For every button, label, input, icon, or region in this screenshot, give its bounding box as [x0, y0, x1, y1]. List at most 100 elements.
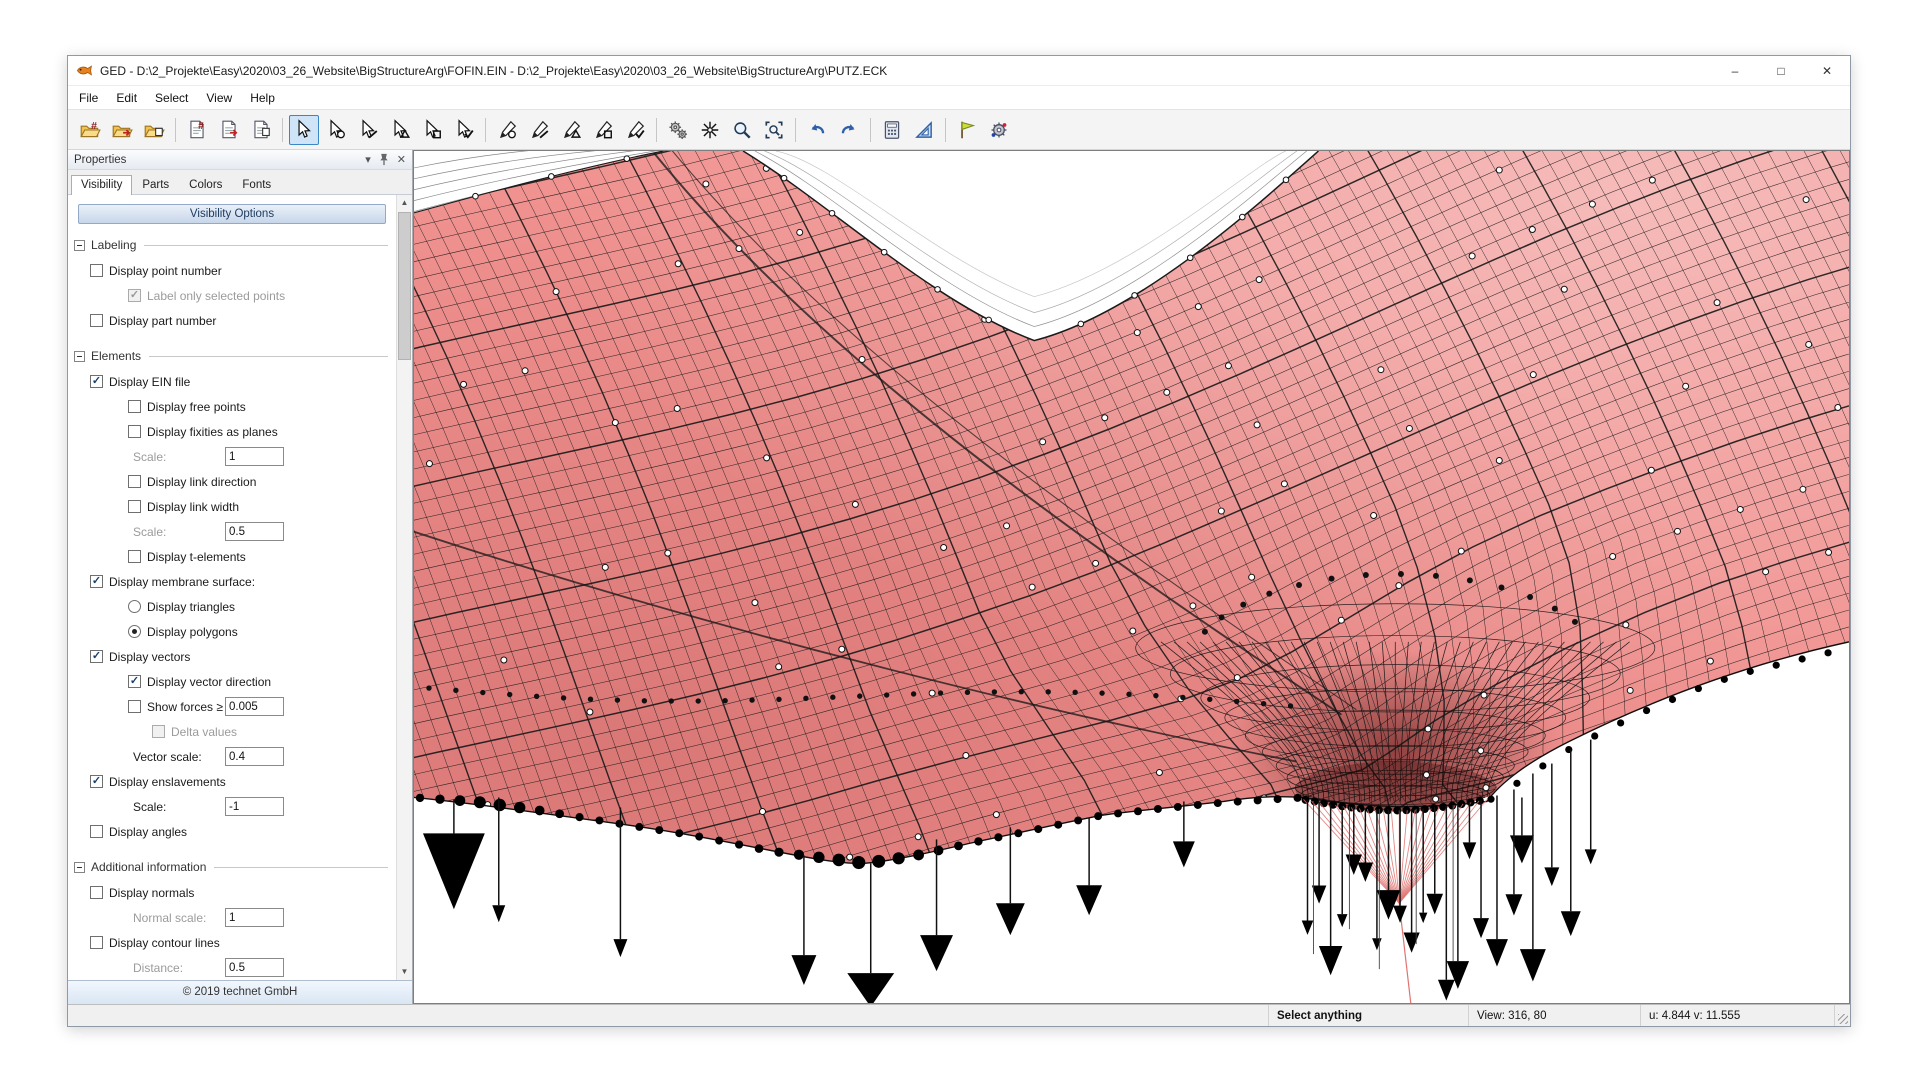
display-link-direction-checkbox[interactable] [128, 475, 141, 488]
display-t-elements-checkbox[interactable] [128, 550, 141, 563]
display-contour-lines-checkbox[interactable] [90, 936, 103, 949]
select-triangles-tool-button[interactable] [385, 115, 415, 145]
display-vectors-checkbox[interactable]: ✓ [90, 650, 103, 663]
create-triangle-tool-button[interactable] [556, 115, 586, 145]
row-scale: Scale: [68, 519, 396, 544]
display-contour-lines-label: Display contour lines [109, 936, 220, 950]
vector-scale-label: Vector scale: [133, 750, 202, 764]
vector-scale-input[interactable] [225, 747, 284, 766]
visibility-options-rows: LabelingDisplay point number✓Label only … [68, 232, 396, 980]
row-scale: Scale: [68, 444, 396, 469]
save-ein-file-button[interactable]: # [182, 115, 212, 145]
normal-scale-input[interactable] [225, 908, 284, 927]
display-triangles-radio[interactable] [128, 600, 141, 613]
open-ein-file-button[interactable]: # [75, 115, 105, 145]
scrollbar-down-arrow-icon[interactable]: ▼ [397, 964, 412, 980]
elements-collapse-toggle[interactable] [74, 351, 85, 362]
resize-grip[interactable] [1834, 1005, 1850, 1026]
create-link-tool-button[interactable] [524, 115, 554, 145]
transform-tool-button[interactable] [663, 115, 693, 145]
display-vector-direction-checkbox[interactable]: ✓ [128, 675, 141, 688]
select-all-elements-tool-button[interactable] [449, 115, 479, 145]
panel-scrollbar[interactable]: ▲ ▼ [396, 195, 412, 980]
display-normals-checkbox[interactable] [90, 886, 103, 899]
row-display-contour-lines: Display contour lines [68, 930, 396, 955]
delta-values-label: Delta values [171, 725, 237, 739]
toolbar-separator [282, 118, 283, 142]
scrollbar-up-arrow-icon[interactable]: ▲ [397, 195, 412, 211]
close-button[interactable]: ✕ [1804, 56, 1850, 85]
show-forces-checkbox[interactable] [128, 700, 141, 713]
chevron-down-icon[interactable]: ▾ [365, 153, 371, 166]
tab-parts[interactable]: Parts [132, 175, 179, 195]
show-forces-input[interactable] [225, 697, 284, 716]
display-ein-file-checkbox[interactable]: ✓ [90, 375, 103, 388]
properties-panel-titlebar[interactable]: Properties ▾ ✕ [68, 150, 412, 170]
zoom-rect-icon [763, 119, 785, 141]
scrollbar-thumb[interactable] [398, 212, 411, 360]
select-points-tool-button[interactable] [321, 115, 351, 145]
spark-icon [699, 119, 721, 141]
display-ein-file-label: Display EIN file [109, 375, 190, 389]
additional-information-collapse-toggle[interactable] [74, 862, 85, 873]
display-polygons-label: Display polygons [147, 625, 238, 639]
display-link-width-checkbox[interactable] [128, 500, 141, 513]
doc-arrow-icon [218, 119, 240, 141]
open-part-file-button[interactable] [139, 115, 169, 145]
undo-button[interactable] [802, 115, 832, 145]
tab-fonts[interactable]: Fonts [232, 175, 281, 195]
display-free-points-checkbox[interactable] [128, 400, 141, 413]
display-polygons-radio[interactable] [128, 625, 141, 638]
main-content: Properties ▾ ✕ VisibilityPartsColorsFont… [68, 150, 1850, 1004]
display-free-points-label: Display free points [147, 400, 246, 414]
scale-input[interactable] [225, 522, 284, 541]
save-part-file-button[interactable] [246, 115, 276, 145]
scale-input[interactable] [225, 447, 284, 466]
menu-select[interactable]: Select [146, 88, 197, 108]
toolbar-separator [795, 118, 796, 142]
panel-close-icon[interactable]: ✕ [397, 153, 406, 166]
display-membrane-surface-checkbox[interactable]: ✓ [90, 575, 103, 588]
menu-view[interactable]: View [197, 88, 241, 108]
redo-button[interactable] [834, 115, 864, 145]
tab-visibility[interactable]: Visibility [71, 175, 132, 195]
create-quad-tool-button[interactable] [588, 115, 618, 145]
labeling-collapse-toggle[interactable] [74, 240, 85, 251]
select-links-tool-button[interactable] [353, 115, 383, 145]
select-tool-button[interactable] [289, 115, 319, 145]
flag-icon [956, 119, 978, 141]
scale-input[interactable] [225, 797, 284, 816]
edit-elements-tool-button[interactable] [620, 115, 650, 145]
menu-edit[interactable]: Edit [107, 88, 146, 108]
tab-colors[interactable]: Colors [179, 175, 232, 195]
menu-bar: FileEditSelectViewHelp [68, 86, 1850, 110]
display-angles-checkbox[interactable] [90, 825, 103, 838]
display-point-number-checkbox[interactable] [90, 264, 103, 277]
maximize-button[interactable]: □ [1758, 56, 1804, 85]
settings-button[interactable] [984, 115, 1014, 145]
display-part-number-checkbox[interactable] [90, 314, 103, 327]
save-file-button[interactable] [214, 115, 244, 145]
pin-icon[interactable] [379, 153, 389, 166]
menu-help[interactable]: Help [241, 88, 284, 108]
run-button[interactable] [952, 115, 982, 145]
create-point-tool-button[interactable] [492, 115, 522, 145]
open-file-button[interactable] [107, 115, 137, 145]
gear-color-icon [988, 119, 1010, 141]
viewport-canvas[interactable] [413, 150, 1850, 1004]
normal-scale-label: Normal scale: [133, 911, 206, 925]
calculator-button[interactable] [877, 115, 907, 145]
measure-tool-button[interactable] [909, 115, 939, 145]
zoom-tool-button[interactable] [727, 115, 757, 145]
display-enslavements-checkbox[interactable]: ✓ [90, 775, 103, 788]
display-point-number-label: Display point number [109, 264, 222, 278]
menu-file[interactable]: File [70, 88, 107, 108]
toolbar-separator [870, 118, 871, 142]
display-fixities-as-planes-checkbox[interactable] [128, 425, 141, 438]
minimize-button[interactable]: – [1712, 56, 1758, 85]
select-quads-tool-button[interactable] [417, 115, 447, 145]
explode-tool-button[interactable] [695, 115, 725, 145]
display-angles-label: Display angles [109, 825, 187, 839]
distance-input[interactable] [225, 958, 284, 977]
zoom-extents-button[interactable] [759, 115, 789, 145]
